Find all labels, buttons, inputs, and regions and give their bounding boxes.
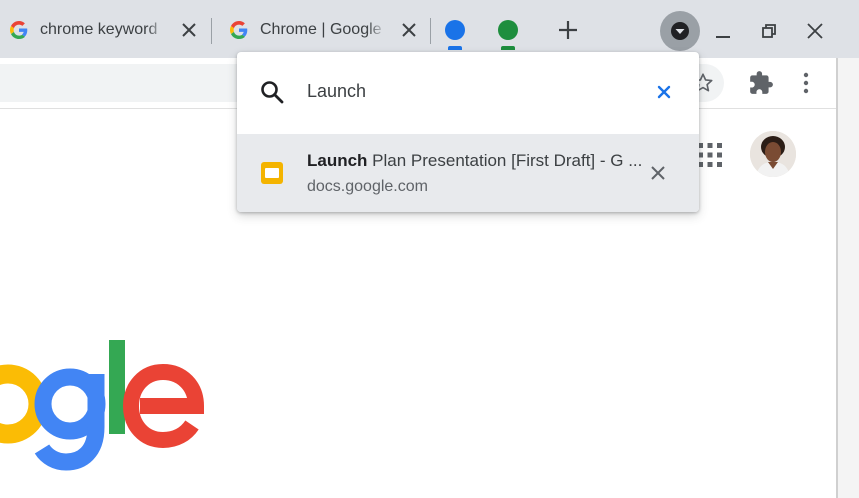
tab-group-indicator xyxy=(501,46,515,50)
close-icon xyxy=(807,23,823,39)
tab-search-popup: Launch Launch Plan Presentation [First D… xyxy=(237,52,699,212)
chevron-down-circle-icon xyxy=(671,22,689,40)
tab-search-button[interactable] xyxy=(660,11,700,51)
tab-group-indicator xyxy=(448,46,462,50)
more-menu-icon[interactable] xyxy=(796,70,816,96)
tab-search-result[interactable]: Launch Plan Presentation [First Draft] -… xyxy=(237,134,699,212)
minimize-icon xyxy=(716,36,730,38)
result-title-match: Launch xyxy=(307,151,368,170)
tab-separator xyxy=(211,18,212,44)
tab-chrome-google[interactable]: Chrome | Google xyxy=(220,8,426,52)
tab-separator xyxy=(430,18,431,44)
google-logo xyxy=(0,340,205,471)
google-g-icon xyxy=(228,19,250,41)
result-url: docs.google.com xyxy=(307,178,428,195)
close-icon[interactable] xyxy=(178,19,200,41)
extensions-puzzle-icon[interactable] xyxy=(748,70,774,96)
avatar[interactable] xyxy=(750,131,796,177)
result-title: Launch Plan Presentation [First Draft] -… xyxy=(307,151,647,171)
tab-group-blue[interactable] xyxy=(445,20,465,40)
plus-icon xyxy=(559,21,577,39)
tab-strip: chrome keyword Chrome | Google xyxy=(0,0,859,58)
close-window-button[interactable] xyxy=(802,18,828,44)
google-g-icon xyxy=(8,19,30,41)
google-slides-icon xyxy=(261,162,283,184)
restore-icon xyxy=(762,24,776,38)
minimize-button[interactable] xyxy=(710,18,736,44)
tab-chrome-keyword[interactable]: chrome keyword xyxy=(0,8,206,52)
close-icon[interactable] xyxy=(398,19,420,41)
tab-title: chrome keyword xyxy=(40,21,158,38)
new-tab-button[interactable] xyxy=(556,18,580,42)
apps-grid-icon[interactable] xyxy=(697,142,723,168)
close-tab-icon[interactable] xyxy=(649,164,667,182)
user-photo xyxy=(750,131,796,177)
desktop-background xyxy=(838,58,859,498)
result-title-rest: Plan Presentation [First Draft] - G ... xyxy=(367,151,643,170)
tab-title: Chrome | Google xyxy=(260,21,382,38)
tab-search-input[interactable]: Launch xyxy=(307,81,366,102)
restore-button[interactable] xyxy=(756,18,782,44)
search-icon xyxy=(259,79,285,105)
tab-group-green[interactable] xyxy=(498,20,518,40)
clear-search-icon[interactable] xyxy=(655,83,673,101)
